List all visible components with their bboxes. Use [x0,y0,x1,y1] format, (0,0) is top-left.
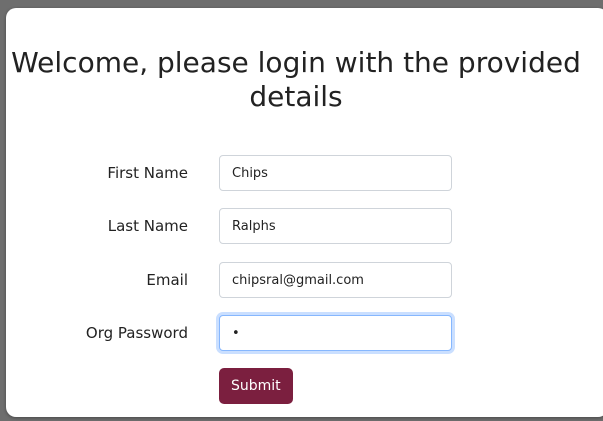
email-input[interactable] [219,262,452,298]
email-row: Email [6,262,603,300]
first-name-row: First Name [6,155,603,193]
last-name-row: Last Name [6,208,603,246]
first-name-input[interactable] [219,155,452,191]
page-title: Welcome, please login with the provided … [11,46,581,113]
email-label: Email [146,271,188,289]
last-name-label: Last Name [107,217,188,235]
submit-button[interactable]: Submit [219,368,293,404]
login-card: Welcome, please login with the provided … [6,8,603,417]
last-name-input[interactable] [219,208,452,244]
org-password-input[interactable] [219,315,452,351]
org-password-label: Org Password [85,324,188,342]
first-name-label: First Name [107,164,188,182]
org-password-row: Org Password [6,315,603,353]
